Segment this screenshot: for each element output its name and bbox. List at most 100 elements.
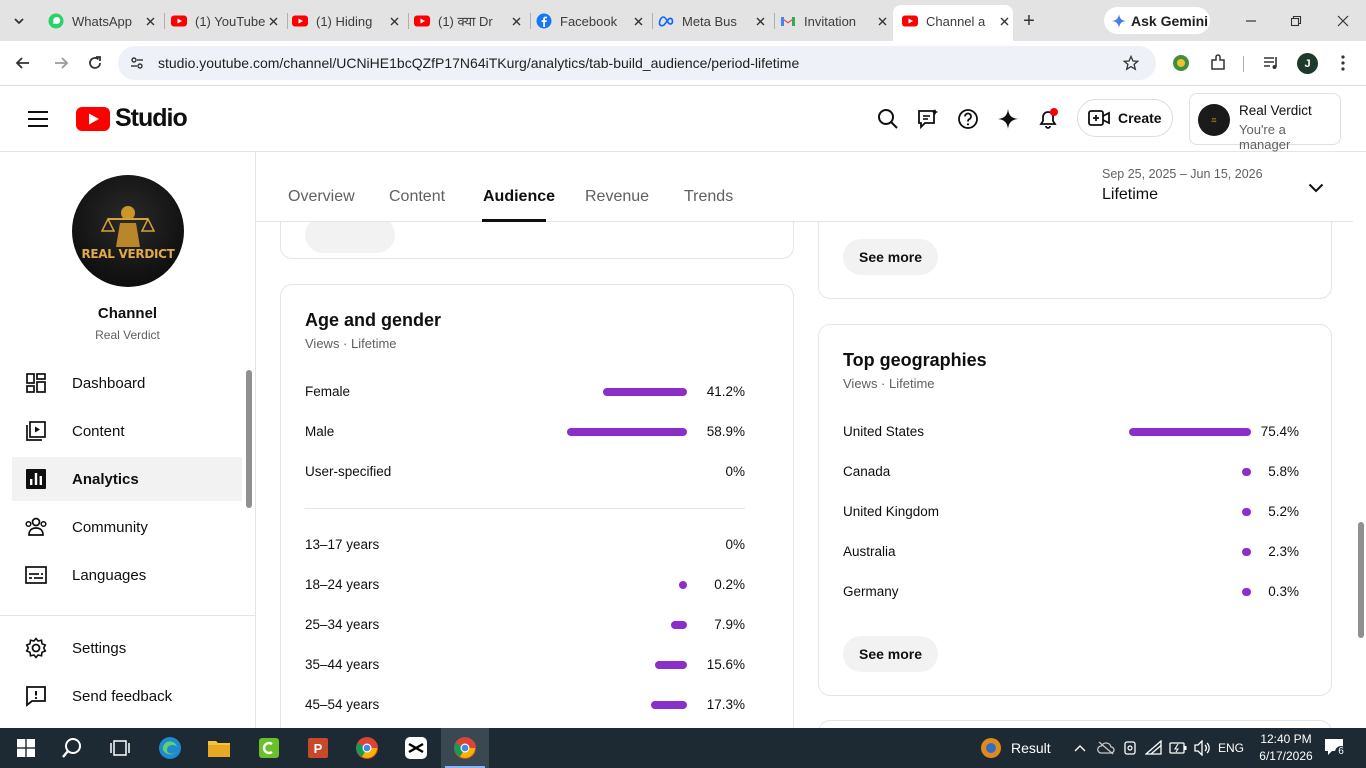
browser-tab[interactable]: WhatsApp bbox=[48, 9, 158, 33]
notifications-bell-icon[interactable] bbox=[1036, 107, 1060, 131]
close-tab-icon[interactable] bbox=[996, 13, 1012, 29]
close-tab-icon[interactable] bbox=[874, 13, 890, 29]
extensions-icon[interactable] bbox=[1208, 53, 1228, 73]
minimize-window-icon[interactable] bbox=[1240, 10, 1262, 32]
back-icon[interactable] bbox=[12, 52, 34, 74]
forward-icon[interactable] bbox=[50, 52, 72, 74]
create-button[interactable]: Create bbox=[1077, 99, 1173, 137]
close-tab-icon[interactable] bbox=[142, 13, 158, 29]
sidebar-item-content[interactable]: Content bbox=[12, 409, 242, 453]
hamburger-menu-icon[interactable] bbox=[26, 107, 50, 131]
tray-overflow-icon[interactable] bbox=[1072, 740, 1088, 756]
tab-overview[interactable]: Overview bbox=[288, 188, 355, 206]
browser-tab[interactable]: Facebook bbox=[536, 9, 646, 33]
battery-icon[interactable] bbox=[1168, 738, 1188, 758]
cloud-sync-icon[interactable] bbox=[1096, 738, 1116, 758]
page-scrollbar[interactable] bbox=[1358, 522, 1364, 638]
url-text[interactable]: studio.youtube.com/channel/UCNiHE1bcQZfP… bbox=[158, 55, 799, 71]
browser-tab[interactable]: Invitation bbox=[780, 9, 890, 33]
browser-tab[interactable]: (1) क्या Dr bbox=[414, 9, 524, 33]
metric-value: 0% bbox=[725, 537, 745, 552]
sidebar-item-dashboard[interactable]: Dashboard bbox=[12, 361, 242, 405]
task-view-icon[interactable] bbox=[108, 736, 132, 760]
date-range-picker[interactable]: Sep 25, 2025 – Jun 15, 2026 Lifetime bbox=[1102, 166, 1332, 210]
studio-logo-text: Studio bbox=[115, 104, 188, 132]
edge-browser-icon[interactable] bbox=[158, 736, 182, 760]
profile-avatar[interactable]: J bbox=[1297, 53, 1318, 74]
address-bar[interactable]: studio.youtube.com/channel/UCNiHE1bcQZfP… bbox=[118, 46, 1156, 80]
sidebar-divider bbox=[0, 615, 255, 616]
tab-content[interactable]: Content bbox=[389, 188, 445, 206]
metric-row: 18–24 years 0.2% bbox=[305, 575, 745, 595]
volume-icon[interactable] bbox=[1192, 738, 1212, 758]
tab-search-icon[interactable] bbox=[8, 10, 30, 32]
languages-icon bbox=[24, 563, 48, 587]
bookmark-star-icon[interactable] bbox=[1122, 54, 1140, 72]
sidebar-item-feedback[interactable]: Send feedback bbox=[12, 674, 242, 718]
metric-bar bbox=[1129, 428, 1251, 436]
see-more-button-top[interactable]: See more bbox=[843, 239, 939, 275]
channel-avatar[interactable]: REAL VERDICT bbox=[72, 175, 184, 287]
language-indicator[interactable]: ENG bbox=[1218, 741, 1244, 755]
close-tab-icon[interactable] bbox=[265, 13, 281, 29]
browser-tab[interactable]: Meta Bus bbox=[658, 9, 768, 33]
comments-icon[interactable] bbox=[916, 107, 940, 131]
geographies-title: Top geographies bbox=[843, 350, 987, 370]
metric-value: 15.6% bbox=[706, 657, 745, 672]
powerpoint-icon[interactable]: P bbox=[306, 736, 330, 760]
site-info-icon[interactable] bbox=[128, 54, 146, 72]
create-video-icon bbox=[1088, 107, 1110, 129]
search-icon[interactable] bbox=[876, 107, 900, 131]
new-tab-icon[interactable]: + bbox=[1018, 10, 1040, 32]
meet-now-icon[interactable] bbox=[1120, 738, 1140, 758]
close-tab-icon[interactable] bbox=[752, 13, 768, 29]
restore-window-icon[interactable] bbox=[1285, 10, 1307, 32]
close-window-icon[interactable] bbox=[1332, 10, 1354, 32]
close-tab-icon[interactable] bbox=[386, 13, 402, 29]
sidebar-scrollbar[interactable] bbox=[246, 370, 252, 508]
tab-audience[interactable]: Audience bbox=[483, 188, 555, 206]
notification-center[interactable]: 6 bbox=[1324, 737, 1348, 759]
chrome-profile-icon[interactable] bbox=[355, 736, 379, 760]
browser-tab[interactable]: (1) Hiding bbox=[292, 9, 402, 33]
previous-card-button[interactable] bbox=[305, 217, 395, 253]
wifi-icon[interactable] bbox=[1144, 738, 1164, 758]
account-switcher[interactable]: ⚖ Real Verdict You're a manager bbox=[1189, 93, 1341, 152]
spreadsheet-app-icon[interactable] bbox=[257, 736, 281, 760]
taskbar-search-icon[interactable] bbox=[60, 736, 84, 760]
active-tab-underline bbox=[482, 219, 546, 222]
close-tab-icon[interactable] bbox=[630, 13, 646, 29]
windows-start-icon[interactable] bbox=[14, 736, 38, 760]
metric-label: Australia bbox=[843, 544, 896, 559]
vpn-extension-icon[interactable] bbox=[1171, 53, 1191, 73]
result-widget[interactable]: Result bbox=[980, 736, 1051, 760]
sidebar-item-community[interactable]: Community bbox=[12, 505, 242, 549]
clock-time[interactable]: 12:40 PM bbox=[1258, 732, 1314, 746]
file-explorer-icon[interactable] bbox=[207, 736, 231, 760]
channel-avatar-text: REAL VERDICT bbox=[81, 247, 175, 261]
spark-ai-icon[interactable] bbox=[996, 107, 1020, 131]
analytics-main: See more Age and gender Views · Lifetime… bbox=[256, 152, 1366, 728]
ask-gemini-button[interactable]: Ask Gemini bbox=[1104, 7, 1210, 34]
browser-tab[interactable]: (1) YouTube bbox=[171, 9, 281, 33]
studio-logo[interactable]: Studio bbox=[76, 104, 188, 133]
browser-tab[interactable]: Channel a bbox=[902, 9, 1012, 33]
sidebar-item-languages[interactable]: Languages bbox=[12, 553, 242, 597]
tab-trends[interactable]: Trends bbox=[684, 188, 733, 206]
clock-date[interactable]: 6/17/2026 bbox=[1254, 749, 1318, 763]
metric-bar bbox=[603, 388, 687, 396]
help-icon[interactable] bbox=[956, 107, 980, 131]
age-gender-title: Age and gender bbox=[305, 310, 442, 330]
sidebar-item-settings[interactable]: Settings bbox=[12, 626, 242, 670]
tab-revenue[interactable]: Revenue bbox=[585, 188, 649, 206]
metric-bar bbox=[1242, 588, 1251, 596]
tab-separator bbox=[164, 13, 165, 29]
capcut-icon[interactable] bbox=[404, 736, 428, 760]
reload-icon[interactable] bbox=[84, 52, 106, 74]
taskbar-active-app[interactable] bbox=[441, 728, 489, 768]
browser-menu-icon[interactable] bbox=[1334, 53, 1352, 73]
see-more-button[interactable]: See more bbox=[843, 636, 939, 672]
sidebar-item-analytics[interactable]: Analytics bbox=[12, 457, 242, 501]
close-tab-icon[interactable] bbox=[508, 13, 524, 29]
media-controls-icon[interactable] bbox=[1261, 53, 1281, 73]
